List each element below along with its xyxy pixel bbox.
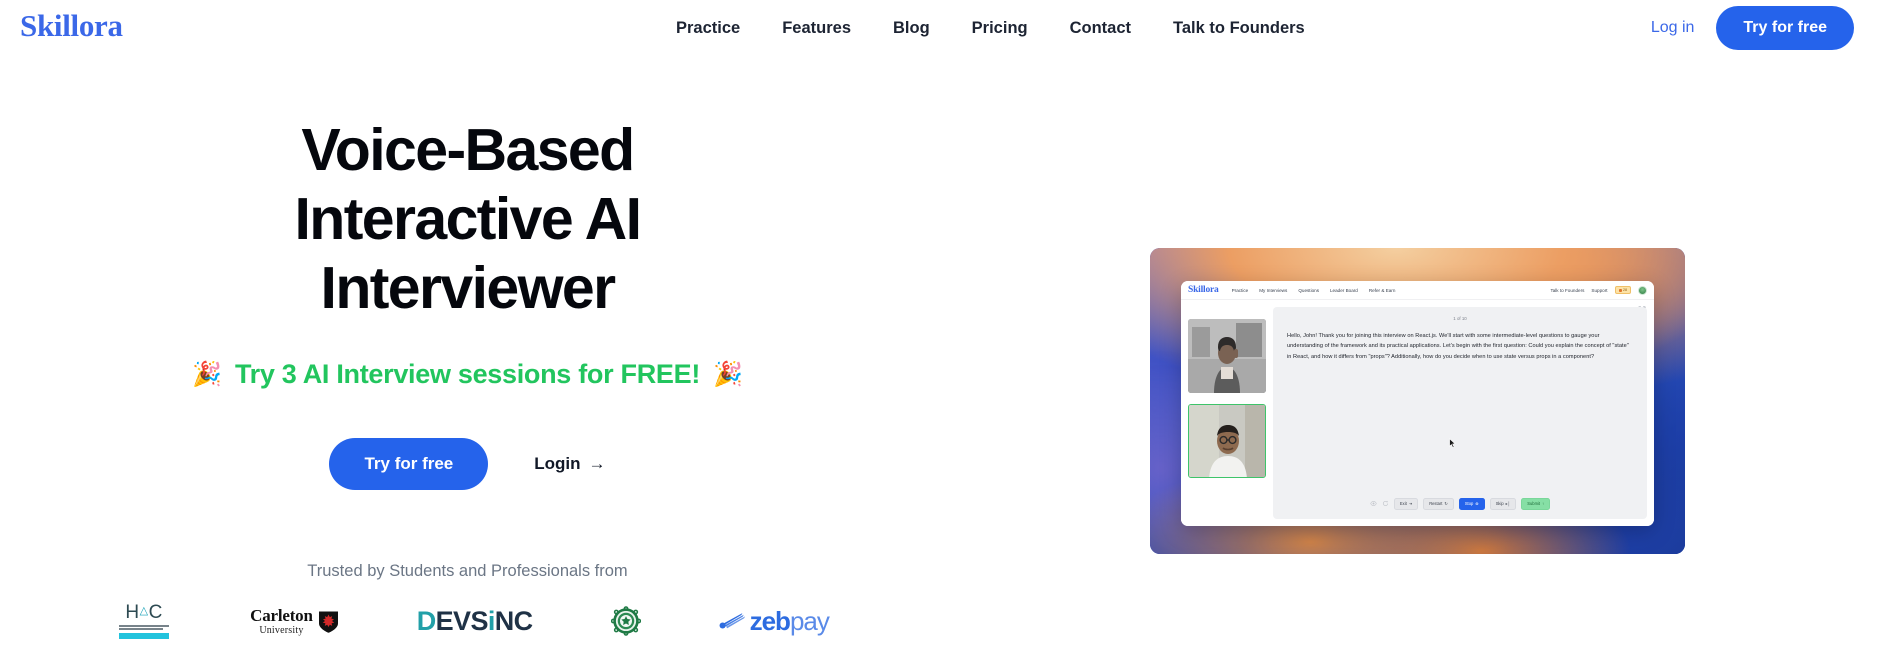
coin-icon <box>1618 288 1622 292</box>
nav-item-contact[interactable]: Contact <box>1049 19 1152 38</box>
skip-label: Skip <box>1495 501 1504 507</box>
stop-icon: ⊗ <box>1475 501 1479 507</box>
app-nav-item-my-interviews[interactable]: My Interviews <box>1259 288 1287 293</box>
app-nav-right: Talk to Founders Support 28 <box>1550 285 1647 295</box>
devsinc-wordmark: DEVSiNC <box>416 605 533 636</box>
brand-logo-devsinc: DEVSiNC <box>417 606 533 637</box>
hero-title-line-1: Voice-Based <box>301 117 635 183</box>
hero-section: Voice-Based Interactive AI Interviewer 🎉… <box>0 56 1878 662</box>
trusted-by-label: Trusted by Students and Professionals fr… <box>307 562 628 581</box>
app-brand-logo[interactable]: Skillora <box>1188 285 1219 295</box>
hero-title-line-2: Interactive AI <box>294 186 643 253</box>
hac-wordmark: H△C <box>125 602 163 624</box>
restart-button[interactable]: Restart ↻ <box>1423 497 1454 510</box>
submit-button[interactable]: Submit ↑ <box>1521 497 1551 510</box>
avatar[interactable] <box>1638 285 1647 295</box>
submit-label: Submit <box>1527 501 1541 507</box>
interviewer-video-tile[interactable] <box>1188 319 1266 393</box>
nav-item-practice[interactable]: Practice <box>655 19 761 38</box>
app-nav-item-leader-board[interactable]: Leader Board <box>1330 288 1358 293</box>
interview-action-bar: Exit ⇥ Restart ↻ Stop ⊗ Skip ▸│ Submit ↑ <box>1273 497 1647 510</box>
nav-item-pricing[interactable]: Pricing <box>951 19 1049 38</box>
top-navigation-bar: Skillora Practice Features Blog Pricing … <box>0 0 1878 56</box>
submit-icon: ↑ <box>1542 501 1545 507</box>
question-text: Hello, John! Thank you for joining this … <box>1287 333 1629 360</box>
carleton-name: Carleton <box>250 605 313 625</box>
stop-label: Stop <box>1464 501 1474 507</box>
log-in-link[interactable]: Log in <box>1651 19 1695 37</box>
mouse-cursor-icon <box>1449 438 1456 449</box>
app-nav-item-talk-to-founders[interactable]: Talk to Founders <box>1550 288 1584 293</box>
hero-subtitle: 🎉 Try 3 AI Interview sessions for FREE! … <box>0 359 935 390</box>
question-counter: 1 of 10 <box>1453 316 1467 321</box>
restart-label: Restart <box>1429 501 1443 507</box>
question-panel: 1 of 10 Hello, John! Thank you for joini… <box>1273 307 1647 519</box>
try-for-free-button-hero[interactable]: Try for free <box>329 438 489 491</box>
hero-cta-row: Try for free Login → <box>0 438 935 491</box>
hero-title-line-3: Interviewer <box>320 255 617 322</box>
exit-button[interactable]: Exit ⇥ <box>1393 497 1419 510</box>
app-nav-item-questions[interactable]: Questions <box>1298 288 1319 293</box>
zebpay-wordmark: zebpay <box>749 605 830 636</box>
nav-item-features[interactable]: Features <box>761 19 872 38</box>
restart-icon: ↻ <box>1444 501 1448 507</box>
brand-logo-seal <box>610 606 641 636</box>
exit-label: Exit <box>1399 501 1407 507</box>
brand-logo-carleton: Carleton University <box>250 607 339 636</box>
stop-button[interactable]: Stop ⊗ <box>1458 497 1485 510</box>
eye-icon[interactable] <box>1370 500 1377 507</box>
app-nav-item-practice[interactable]: Practice <box>1232 288 1249 293</box>
login-link-hero[interactable]: Login → <box>534 454 605 474</box>
zebpay-swoosh-icon <box>719 613 745 629</box>
nav-actions: Log in Try for free <box>1651 0 1854 56</box>
app-navigation-bar: Skillora Practice My Interviews Question… <box>1181 281 1654 300</box>
primary-nav: Practice Features Blog Pricing Contact T… <box>655 0 1326 56</box>
app-nav-links: Practice My Interviews Questions Leader … <box>1232 288 1396 293</box>
hac-accent-bar <box>119 633 170 640</box>
carleton-maple-leaf-icon <box>318 611 338 633</box>
party-popper-icon-left: 🎉 <box>192 361 222 389</box>
trusted-brand-logos: H△C Carleton University DEVSiNC zebpay <box>0 602 935 640</box>
app-body: 1 of 10 Hello, John! Thank you for joini… <box>1181 300 1654 526</box>
nav-item-talk-to-founders[interactable]: Talk to Founders <box>1152 19 1326 38</box>
video-tiles <box>1188 307 1266 519</box>
nav-item-blog[interactable]: Blog <box>872 19 951 38</box>
skip-icon: ▸│ <box>1505 501 1511 507</box>
candidate-video-tile[interactable] <box>1188 404 1266 478</box>
brand-logo-zebpay: zebpay <box>719 605 830 637</box>
app-nav-item-refer-and-earn[interactable]: Refer & Earn <box>1369 288 1396 293</box>
brand-logo-hac: H△C <box>116 602 172 640</box>
party-popper-icon-right: 🎉 <box>713 361 743 389</box>
hero-subtitle-text: Try 3 AI Interview sessions for FREE! <box>234 359 701 390</box>
arrow-right-icon: → <box>588 454 606 474</box>
login-link-label: Login <box>534 454 581 474</box>
refresh-icon[interactable] <box>1382 500 1389 507</box>
product-screenshot: Skillora Practice My Interviews Question… <box>1150 248 1685 554</box>
carleton-sub: University <box>259 624 304 636</box>
credits-badge[interactable]: 28 <box>1614 286 1631 294</box>
hac-subtext-lines <box>119 625 170 631</box>
candidate-photo <box>1189 405 1265 477</box>
credits-count: 28 <box>1623 288 1627 292</box>
page-title: Voice-Based Interactive AI Interviewer <box>253 116 683 323</box>
hero-copy-block: Voice-Based Interactive AI Interviewer 🎉… <box>0 116 935 640</box>
university-seal-icon <box>610 606 641 636</box>
interviewer-photo <box>1188 319 1266 393</box>
app-window: Skillora Practice My Interviews Question… <box>1181 281 1654 526</box>
exit-icon: ⇥ <box>1408 501 1413 507</box>
brand-logo[interactable]: Skillora <box>20 8 123 44</box>
app-nav-item-support[interactable]: Support <box>1591 288 1607 293</box>
skip-button[interactable]: Skip ▸│ <box>1489 497 1517 510</box>
try-for-free-button-nav[interactable]: Try for free <box>1716 6 1854 50</box>
